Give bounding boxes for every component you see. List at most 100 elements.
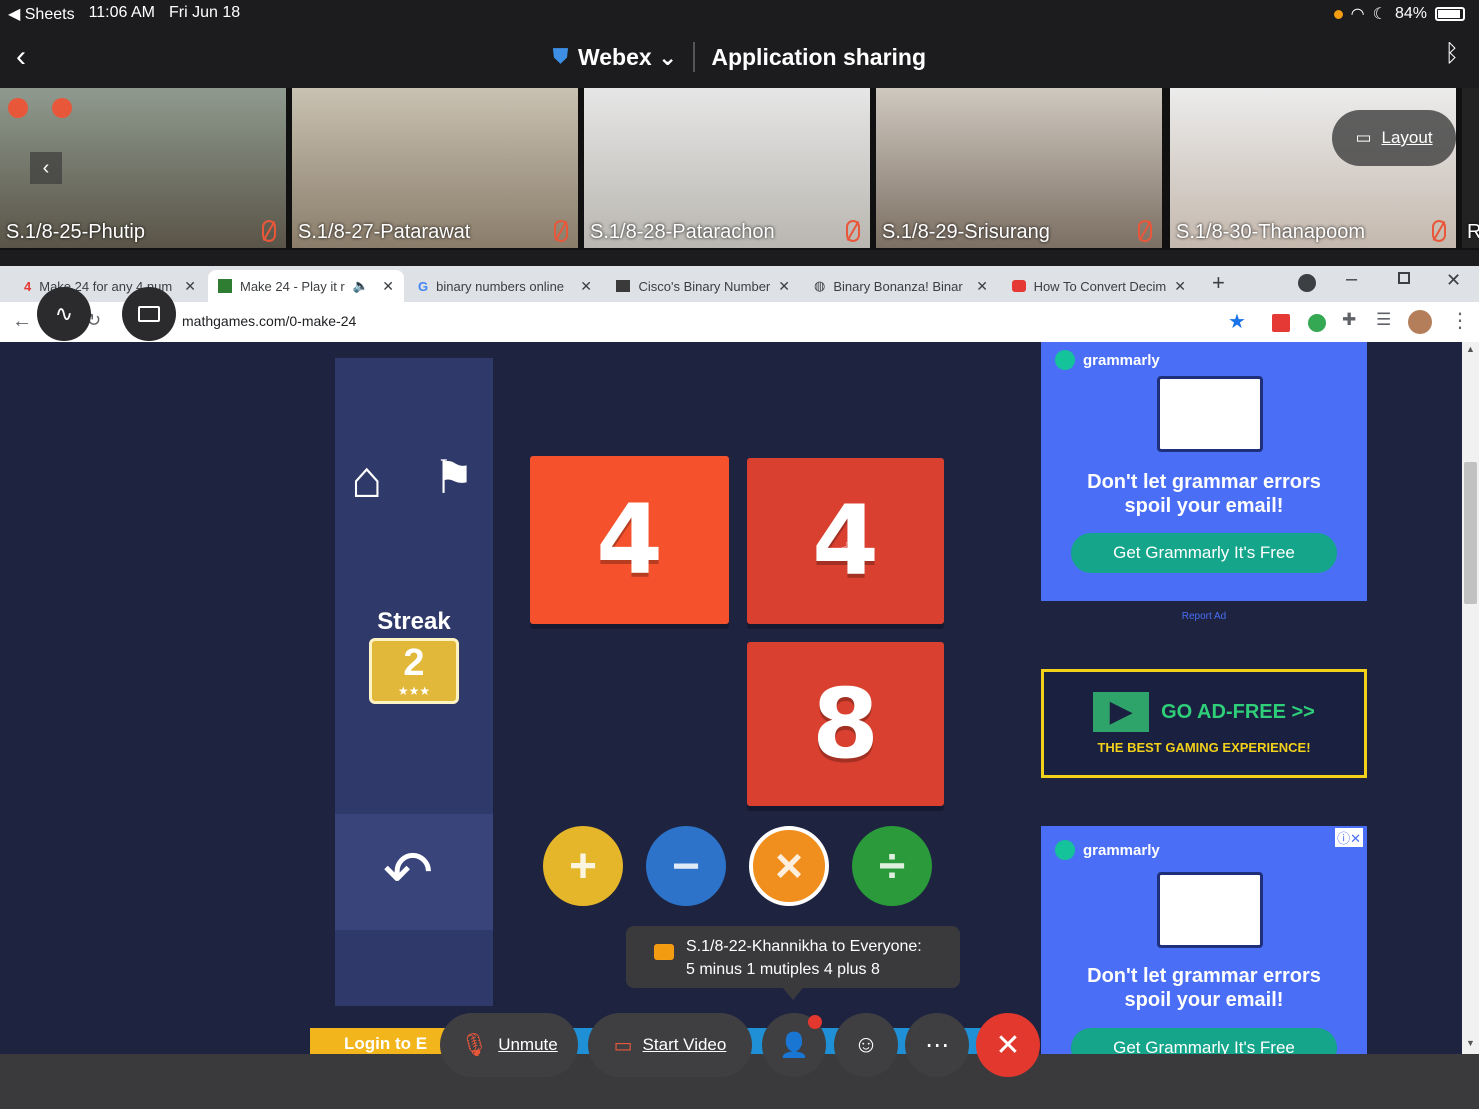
- youtube-icon: [1012, 280, 1026, 292]
- screen-icon: [138, 306, 160, 322]
- minus-button[interactable]: −: [646, 826, 726, 906]
- participant-video[interactable]: R: [1462, 88, 1479, 248]
- home-icon[interactable]: ⌂: [351, 450, 382, 510]
- close-tab-icon[interactable]: ✕: [778, 278, 790, 295]
- mathgames-favicon-icon: [218, 279, 232, 293]
- reactions-button[interactable]: ☺: [834, 1013, 898, 1077]
- bluetooth-icon[interactable]: ᛒ: [1445, 40, 1459, 68]
- unmute-button[interactable]: 🎙 Unmute: [440, 1013, 578, 1077]
- reading-list-icon[interactable]: ☰: [1376, 310, 1391, 330]
- participant-strip: ‹ S.1/8-25-Phutip S.1/8-27-Patarawat S.1…: [0, 88, 1479, 250]
- new-tab-button[interactable]: +: [1212, 270, 1225, 296]
- status-date: Fri Jun 18: [168, 4, 241, 21]
- muted-mic-icon: [1432, 220, 1446, 242]
- close-tab-icon[interactable]: ✕: [976, 278, 988, 295]
- plus-button[interactable]: +: [543, 826, 623, 906]
- play-icon: ▶: [1093, 692, 1150, 732]
- participant-video[interactable]: ‹ S.1/8-25-Phutip: [0, 88, 286, 248]
- close-window-button[interactable]: ✕: [1446, 270, 1461, 291]
- browser-tab[interactable]: ◍ Binary Bonanza! Binar ✕: [804, 270, 998, 302]
- multiply-button[interactable]: ×: [749, 826, 829, 906]
- chat-toast[interactable]: S.1/8-22-Khannikha to Everyone: 5 minus …: [626, 926, 960, 1000]
- recording-dot-icon: [1333, 9, 1343, 19]
- close-tab-icon[interactable]: ✕: [184, 278, 196, 295]
- scroll-thumb[interactable]: [1464, 462, 1477, 604]
- grammarly-ad[interactable]: ⓘ✕ grammarly Don't let grammar errors spo…: [1041, 826, 1367, 1054]
- restore-button[interactable]: [1398, 272, 1410, 284]
- browser-tab[interactable]: Make 24 - Play it r 🔈 ✕: [208, 270, 404, 302]
- minimize-button[interactable]: –: [1346, 268, 1357, 291]
- participant-video[interactable]: S.1/8-29-Srisurang: [876, 88, 1162, 248]
- status-bar: ◀ Sheets 11:06 AM Fri Jun 18 ◠ ☾ 84%: [0, 0, 1479, 28]
- ad-cta-button[interactable]: Get Grammarly It's Free: [1071, 533, 1337, 573]
- pin-icon[interactable]: [8, 98, 28, 118]
- chat-pointer: [783, 988, 803, 1000]
- back-arrow-icon[interactable]: ←: [12, 310, 32, 333]
- muted-mic-icon: 🎙: [460, 1032, 489, 1057]
- muted-mic-icon: [846, 220, 860, 242]
- ad-cta-button[interactable]: Get Grammarly It's Free: [1071, 1028, 1337, 1054]
- participants-button[interactable]: 👤: [762, 1013, 826, 1077]
- report-ad-link[interactable]: Report Ad: [1041, 611, 1367, 622]
- participant-video[interactable]: S.1/8-30-Thanapoom ▭ Layout: [1170, 88, 1456, 248]
- annotate-button[interactable]: ∿: [37, 287, 91, 341]
- streak-value: 2: [403, 642, 425, 684]
- tab-search-icon[interactable]: [1298, 274, 1316, 292]
- bookmark-star-icon[interactable]: ★: [1228, 309, 1246, 334]
- record-icon[interactable]: [52, 98, 72, 118]
- number-card[interactable]: 4: [530, 456, 729, 624]
- participant-video[interactable]: S.1/8-27-Patarawat: [292, 88, 578, 248]
- extensions-puzzle-icon[interactable]: ✚: [1342, 310, 1356, 330]
- number-card[interactable]: 8: [747, 642, 944, 806]
- grammarly-ad[interactable]: grammarly Don't let grammar errors spoil …: [1041, 342, 1367, 601]
- scroll-up-icon[interactable]: ▲: [1466, 344, 1475, 354]
- close-tab-icon[interactable]: ✕: [1174, 278, 1186, 295]
- participant-name: S.1/8-28-Patarachon: [590, 221, 775, 243]
- game-sidebar: ⌂ ⚑ Streak 2 ★★★ ↶: [335, 358, 493, 1006]
- layout-button[interactable]: ▭ Layout: [1332, 110, 1456, 166]
- chat-bubble-icon: [654, 944, 674, 960]
- share-screen-button[interactable]: [122, 287, 176, 341]
- ad-info-icon[interactable]: ⓘ✕: [1335, 828, 1363, 847]
- wifi-icon: ◠: [1350, 6, 1365, 23]
- participant-video[interactable]: S.1/8-28-Patarachon: [584, 88, 870, 248]
- login-banner[interactable]: Login to E: [310, 1028, 450, 1054]
- mouse-cursor-icon: ☝: [838, 540, 851, 562]
- profile-avatar[interactable]: [1408, 310, 1432, 334]
- browser-tab[interactable]: G binary numbers online ✕: [408, 270, 602, 302]
- chat-message: 5 minus 1 mutiples 4 plus 8: [686, 961, 880, 978]
- undo-icon[interactable]: ↶: [383, 838, 433, 908]
- divide-button[interactable]: ÷: [852, 826, 932, 906]
- participant-name: S.1/8-30-Thanapoom: [1176, 221, 1366, 243]
- back-to-app-link[interactable]: ◀ Sheets: [8, 4, 75, 24]
- close-tab-icon[interactable]: ✕: [580, 278, 592, 295]
- battery-icon: [1435, 7, 1465, 21]
- browser-tab-bar: 4 Make 24 for any 4 num ✕ Make 24 - Play …: [0, 266, 1479, 302]
- ad-brand: grammarly: [1083, 842, 1160, 859]
- page-scrollbar[interactable]: ▲ ▼: [1462, 342, 1479, 1054]
- webex-menu[interactable]: Webex ⌄: [578, 44, 677, 71]
- url-field[interactable]: mathgames.com/0-make-24: [182, 313, 356, 329]
- flag-icon[interactable]: ⚑: [433, 450, 474, 504]
- browser-tab[interactable]: How To Convert Decim ✕: [1002, 270, 1196, 302]
- shield-icon: ⛊: [552, 45, 568, 68]
- start-video-button[interactable]: ▭ Start Video: [588, 1013, 752, 1077]
- webex-header: ‹ ⛊ Webex ⌄ Application sharing ᛒ: [0, 28, 1479, 88]
- chat-sender: S.1/8-22-Khannikha to Everyone:: [686, 938, 922, 955]
- pen-squiggle-icon: ∿: [54, 301, 74, 326]
- scroll-down-icon[interactable]: ▼: [1466, 1038, 1475, 1048]
- close-tab-icon[interactable]: ✕: [382, 278, 394, 295]
- more-options-button[interactable]: ⋯: [905, 1013, 969, 1077]
- address-bar: ← ↻ mathgames.com/0-make-24 ★ ✚ ☰ ⋮: [0, 302, 1479, 342]
- end-call-button[interactable]: ✕: [976, 1013, 1040, 1077]
- browser-tab[interactable]: Cisco's Binary Number ✕: [606, 270, 800, 302]
- participant-name: R: [1467, 221, 1479, 243]
- video-off-icon: ▭: [613, 1034, 633, 1057]
- menu-dots-icon[interactable]: ⋮: [1450, 308, 1470, 333]
- ad-free-banner[interactable]: ▶ GO AD-FREE >> THE BEST GAMING EXPERIEN…: [1041, 669, 1367, 778]
- strip-prev-button[interactable]: ‹: [30, 152, 62, 184]
- speaker-icon[interactable]: 🔈: [353, 278, 369, 294]
- green-extension-icon[interactable]: [1308, 314, 1326, 332]
- moon-icon: ☾: [1372, 6, 1387, 23]
- pdf-extension-icon[interactable]: [1272, 314, 1290, 332]
